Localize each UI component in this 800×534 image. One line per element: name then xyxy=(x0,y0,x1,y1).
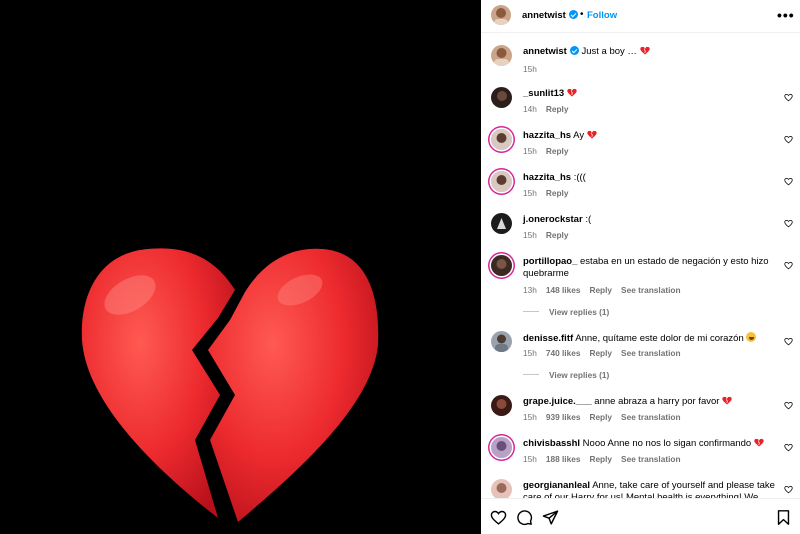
comment-text: anne abraza a harry por favor xyxy=(594,396,720,407)
follow-button[interactable]: Follow xyxy=(587,10,617,21)
comment-username[interactable]: chivisbasshl xyxy=(523,438,580,449)
separator-dot: • xyxy=(580,9,584,20)
broken-heart-icon xyxy=(753,438,764,447)
commenter-avatar[interactable] xyxy=(491,171,512,192)
commenter-avatar[interactable] xyxy=(491,479,512,498)
comment-username[interactable]: hazzita_hs xyxy=(523,130,571,141)
comment-text: :((( xyxy=(573,172,586,183)
broken-heart-icon xyxy=(639,46,650,55)
broken-heart-icon xyxy=(722,396,733,405)
comments-panel: annetwist • Follow ••• annetwist Just a … xyxy=(481,0,800,534)
view-replies-button[interactable]: View replies (1) xyxy=(523,307,609,317)
like-heart-icon[interactable] xyxy=(784,135,793,144)
comment-time: 13h xyxy=(523,285,537,295)
caption-text: Just a boy … xyxy=(581,46,637,57)
caption-time: 15h xyxy=(523,64,537,74)
reply-button[interactable]: Reply xyxy=(589,348,612,358)
comment-text: Ay xyxy=(573,130,585,141)
more-options-icon[interactable]: ••• xyxy=(777,7,795,23)
comment-time: 15h xyxy=(523,146,537,156)
comment-username[interactable]: grape.juice.___ xyxy=(523,396,592,407)
likes-count[interactable]: 148 likes xyxy=(546,285,581,295)
likes-count[interactable]: 740 likes xyxy=(546,348,581,358)
commenter-avatar[interactable] xyxy=(491,395,512,416)
comment-time: 15h xyxy=(523,348,537,358)
commenter-avatar[interactable] xyxy=(491,255,512,276)
like-heart-icon[interactable] xyxy=(784,401,793,410)
comment-text: Anne, quítame este dolor de mi corazón xyxy=(575,333,744,344)
see-translation-button[interactable]: See translation xyxy=(621,285,680,295)
reply-button[interactable]: Reply xyxy=(589,454,612,464)
broken-heart-image xyxy=(81,248,379,522)
view-replies-button[interactable]: View replies (1) xyxy=(523,370,609,380)
like-heart-icon[interactable] xyxy=(784,177,793,186)
comment-username[interactable]: j.onerockstar xyxy=(523,214,583,225)
see-translation-button[interactable]: See translation xyxy=(621,454,680,464)
laughing-crying-emoji-icon xyxy=(746,332,757,342)
author-avatar[interactable] xyxy=(491,5,511,25)
commenter-avatar[interactable] xyxy=(491,213,512,234)
comment-time: 15h xyxy=(523,412,537,422)
likes-count[interactable]: 939 likes xyxy=(546,412,581,422)
post-actions xyxy=(481,498,800,534)
like-heart-icon[interactable] xyxy=(784,93,793,102)
comment-username[interactable]: georgiananleal xyxy=(523,480,590,491)
comment-username[interactable]: _sunlit13 xyxy=(523,88,564,99)
reply-button[interactable]: Reply xyxy=(546,146,569,156)
like-heart-icon[interactable] xyxy=(784,219,793,228)
comment-icon[interactable] xyxy=(516,509,533,526)
commenter-avatar[interactable] xyxy=(491,129,512,150)
verified-badge-icon xyxy=(568,10,578,19)
caption-username[interactable]: annetwist xyxy=(523,46,567,57)
commenter-avatar[interactable] xyxy=(491,87,512,108)
comment-time: 15h xyxy=(523,230,537,240)
post-header: annetwist • Follow ••• xyxy=(481,0,800,33)
like-heart-icon[interactable] xyxy=(784,485,793,494)
reply-button[interactable]: Reply xyxy=(546,104,569,114)
comment-time: 14h xyxy=(523,104,537,114)
broken-heart-icon xyxy=(566,88,577,97)
like-icon[interactable] xyxy=(490,509,507,526)
comment-username[interactable]: denisse.fitf xyxy=(523,333,573,344)
like-heart-icon[interactable] xyxy=(784,261,793,270)
see-translation-button[interactable]: See translation xyxy=(621,348,680,358)
commenter-avatar[interactable] xyxy=(491,331,512,352)
author-avatar[interactable] xyxy=(491,45,512,66)
comment-text: :( xyxy=(585,214,592,225)
likes-count[interactable]: 188 likes xyxy=(546,454,581,464)
like-heart-icon[interactable] xyxy=(784,443,793,452)
comment-time: 15h xyxy=(523,188,537,198)
reply-button[interactable]: Reply xyxy=(589,285,612,295)
like-heart-icon[interactable] xyxy=(784,337,793,346)
post-media[interactable] xyxy=(0,0,481,534)
broken-heart-icon xyxy=(586,130,597,139)
bookmark-icon[interactable] xyxy=(775,509,792,526)
comment-username[interactable]: portillopao_ xyxy=(523,256,577,267)
comments-list[interactable]: annetwist Just a boy … 15h _sunlit13 14h… xyxy=(481,34,800,498)
comment-text: Nooo Anne no nos lo sigan confirmando xyxy=(582,438,752,449)
reply-button[interactable]: Reply xyxy=(546,230,569,240)
comment-time: 15h xyxy=(523,454,537,464)
author-username[interactable]: annetwist xyxy=(522,10,578,21)
commenter-avatar[interactable] xyxy=(491,437,512,458)
see-translation-button[interactable]: See translation xyxy=(621,412,680,422)
reply-button[interactable]: Reply xyxy=(589,412,612,422)
comment-username[interactable]: hazzita_hs xyxy=(523,172,571,183)
reply-button[interactable]: Reply xyxy=(546,188,569,198)
verified-badge-icon xyxy=(569,46,579,55)
share-icon[interactable] xyxy=(542,509,559,526)
